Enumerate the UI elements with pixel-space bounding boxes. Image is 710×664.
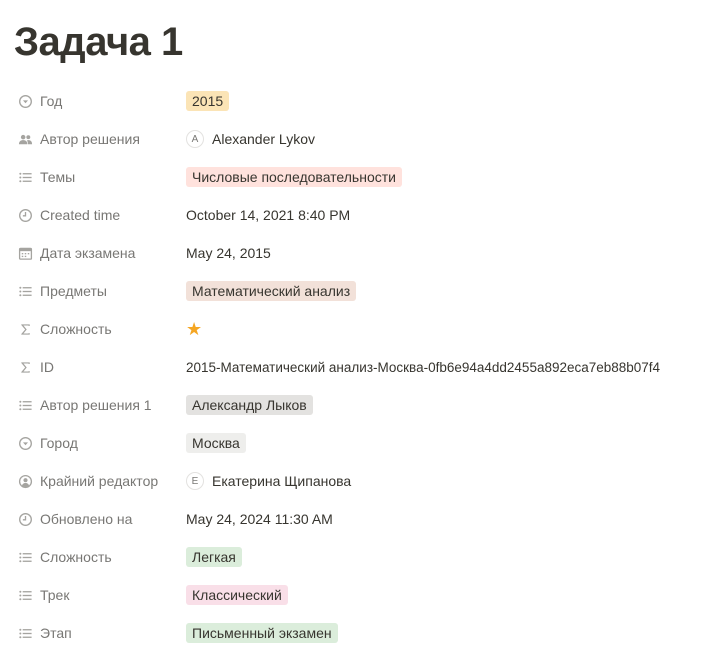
property-row-last-editor[interactable]: Крайний редактор E Екатерина Щипанова — [14, 462, 696, 500]
property-value-city[interactable]: Москва — [186, 433, 246, 453]
topic-tag: Числовые последовательности — [186, 167, 402, 187]
property-row-year[interactable]: Год 2015 — [14, 82, 696, 120]
property-value-created-time: October 14, 2021 8:40 PM — [186, 207, 351, 223]
property-value-stage[interactable]: Письменный экзамен — [186, 623, 338, 643]
property-row-track[interactable]: Трек Классический — [14, 576, 696, 614]
author-tag: Александр Лыков — [186, 395, 313, 415]
property-value-exam-date: May 24, 2015 — [186, 245, 271, 261]
property-value-last-editor[interactable]: E Екатерина Щипанова — [186, 472, 351, 490]
property-row-stage[interactable]: Этап Письменный экзамен — [14, 614, 696, 652]
property-row-difficulty-formula[interactable]: Сложность ★ — [14, 310, 696, 348]
multiselect-icon — [18, 588, 33, 603]
people-icon — [18, 132, 33, 147]
property-label-text: Автор решения 1 — [40, 397, 152, 413]
subject-tag: Математический анализ — [186, 281, 357, 301]
page-title[interactable]: Задача 1 — [14, 0, 696, 62]
property-label-year[interactable]: Год — [14, 93, 186, 109]
sigma-icon — [18, 322, 33, 337]
year-tag: 2015 — [186, 91, 230, 111]
property-label-text: Created time — [40, 207, 121, 223]
property-label-text: Этап — [40, 625, 72, 641]
property-label-text: Предметы — [40, 283, 107, 299]
property-label-text: Сложность — [40, 321, 112, 337]
property-value-subjects[interactable]: Математический анализ — [186, 281, 357, 301]
property-row-topics[interactable]: Темы Числовые последовательности — [14, 158, 696, 196]
property-label-created-time[interactable]: Created time — [14, 207, 186, 223]
difficulty-tag: Легкая — [186, 547, 242, 567]
multiselect-icon — [18, 626, 33, 641]
property-label-solution-author-1[interactable]: Автор решения 1 — [14, 397, 186, 413]
property-label-text: Сложность — [40, 549, 112, 565]
select-icon — [18, 94, 33, 109]
calendar-icon — [18, 246, 33, 261]
property-label-difficulty-formula[interactable]: Сложность — [14, 321, 186, 337]
select-icon — [18, 436, 33, 451]
property-value-updated-at: May 24, 2024 11:30 AM — [186, 511, 333, 527]
property-row-created-time[interactable]: Created time October 14, 2021 8:40 PM — [14, 196, 696, 234]
property-value-difficulty-formula: ★ — [186, 320, 202, 338]
track-tag: Классический — [186, 585, 288, 605]
sigma-icon — [18, 360, 33, 375]
property-label-city[interactable]: Город — [14, 435, 186, 451]
property-label-text: Трек — [40, 587, 70, 603]
clock-icon — [18, 208, 33, 223]
property-label-exam-date[interactable]: Дата экзамена — [14, 245, 186, 261]
property-label-text: Город — [40, 435, 78, 451]
property-label-id[interactable]: ID — [14, 359, 186, 375]
property-row-exam-date[interactable]: Дата экзамена May 24, 2015 — [14, 234, 696, 272]
avatar: A — [186, 130, 204, 148]
property-label-text: Крайний редактор — [40, 473, 159, 489]
property-label-updated-at[interactable]: Обновлено на — [14, 511, 186, 527]
property-label-text: Автор решения — [40, 131, 140, 147]
property-row-solution-author-1[interactable]: Автор решения 1 Александр Лыков — [14, 386, 696, 424]
star-icon: ★ — [186, 319, 203, 339]
property-label-text: Год — [40, 93, 63, 109]
clock-icon — [18, 512, 33, 527]
stage-tag: Письменный экзамен — [186, 623, 338, 643]
person-name: Alexander Lykov — [212, 131, 315, 147]
property-row-city[interactable]: Город Москва — [14, 424, 696, 462]
property-label-subjects[interactable]: Предметы — [14, 283, 186, 299]
city-tag: Москва — [186, 433, 246, 453]
multiselect-icon — [18, 170, 33, 185]
property-value-difficulty[interactable]: Легкая — [186, 547, 242, 567]
property-row-id[interactable]: ID 2015-Математический анализ-Москва-0fb… — [14, 348, 696, 386]
property-label-solution-author[interactable]: Автор решения — [14, 131, 186, 147]
property-row-subjects[interactable]: Предметы Математический анализ — [14, 272, 696, 310]
multiselect-icon — [18, 550, 33, 565]
property-value-track[interactable]: Классический — [186, 585, 288, 605]
page: Задача 1 Год 2015 Автор решения A Alexan… — [0, 0, 710, 652]
property-label-text: Темы — [40, 169, 76, 185]
property-label-text: ID — [40, 359, 54, 375]
avatar: E — [186, 472, 204, 490]
multiselect-icon — [18, 398, 33, 413]
person-icon — [18, 474, 33, 489]
property-label-track[interactable]: Трек — [14, 587, 186, 603]
property-label-text: Обновлено на — [40, 511, 133, 527]
property-value-topics[interactable]: Числовые последовательности — [186, 167, 402, 187]
property-label-stage[interactable]: Этап — [14, 625, 186, 641]
property-value-solution-author-1[interactable]: Александр Лыков — [186, 395, 313, 415]
property-label-difficulty[interactable]: Сложность — [14, 549, 186, 565]
property-label-last-editor[interactable]: Крайний редактор — [14, 473, 186, 489]
properties-list: Год 2015 Автор решения A Alexander Lykov — [14, 82, 696, 652]
property-row-updated-at[interactable]: Обновлено на May 24, 2024 11:30 AM — [14, 500, 696, 538]
property-label-topics[interactable]: Темы — [14, 169, 186, 185]
multiselect-icon — [18, 284, 33, 299]
property-value-solution-author[interactable]: A Alexander Lykov — [186, 130, 315, 148]
property-value-id: 2015-Математический анализ-Москва-0fb6e9… — [186, 359, 661, 375]
property-row-solution-author[interactable]: Автор решения A Alexander Lykov — [14, 120, 696, 158]
property-value-year[interactable]: 2015 — [186, 91, 230, 111]
property-row-difficulty[interactable]: Сложность Легкая — [14, 538, 696, 576]
property-label-text: Дата экзамена — [40, 245, 136, 261]
person-name: Екатерина Щипанова — [212, 473, 352, 489]
